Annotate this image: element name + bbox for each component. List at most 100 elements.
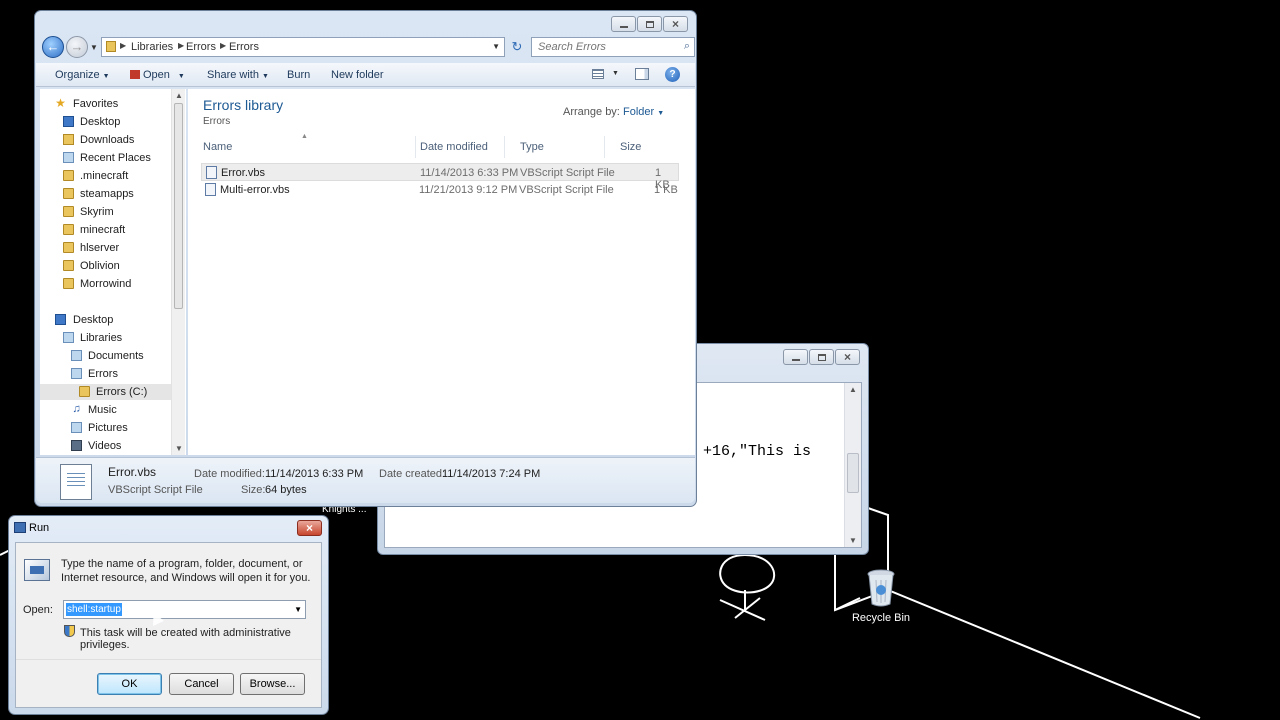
- library-icon: [71, 368, 82, 379]
- run-title: Run: [29, 522, 50, 534]
- open-app-icon: [130, 70, 140, 79]
- search-input[interactable]: [536, 40, 676, 54]
- close-button[interactable]: ×: [297, 520, 322, 536]
- desktop-icon: [55, 314, 66, 325]
- address-row: ← → ▼ ▶ Libraries ▶ Errors ▶ Errors ▼ ↻ …: [39, 35, 695, 59]
- help-icon[interactable]: ?: [665, 67, 680, 82]
- recent-pages-dropdown[interactable]: ▼: [90, 43, 98, 52]
- navigation-pane[interactable]: ★ Favorites Desktop Downloads Recent Plac…: [40, 89, 186, 455]
- chevron-right-icon[interactable]: ▶: [178, 41, 184, 50]
- notepad-scrollbar[interactable]: ▲ ▼: [844, 383, 861, 547]
- address-bar[interactable]: ▶ Libraries ▶ Errors ▶ Errors ▼: [101, 37, 505, 57]
- column-header-name[interactable]: Name: [188, 136, 416, 158]
- nav-label: .minecraft: [80, 170, 129, 182]
- maximize-button[interactable]: [809, 349, 834, 365]
- preview-pane-icon[interactable]: [635, 68, 649, 80]
- scroll-down-icon[interactable]: ▼: [849, 536, 857, 545]
- file-row[interactable]: Error.vbs 11/14/2013 6:33 PM VBScript Sc…: [201, 163, 679, 191]
- column-header-type[interactable]: Type: [505, 136, 605, 158]
- folder-icon: [63, 260, 74, 271]
- scroll-thumb[interactable]: [847, 453, 859, 493]
- column-header-size[interactable]: Size: [605, 136, 681, 158]
- details-date-created-label: Date created:: [379, 468, 446, 480]
- chevron-down-icon[interactable]: ▼: [612, 70, 619, 77]
- open-input-value[interactable]: shell:startup: [66, 603, 122, 616]
- scroll-up-icon[interactable]: ▲: [849, 385, 857, 394]
- details-pane: Error.vbs VBScript Script File Date modi…: [36, 457, 695, 503]
- organize-button[interactable]: Organize ▼: [55, 69, 110, 81]
- nav-label: hlserver: [80, 242, 120, 254]
- arrange-by-dropdown[interactable]: Folder ▼: [623, 106, 664, 118]
- command-bar: Organize ▼ Open ▼ Share with ▼ Burn New fol…: [36, 63, 695, 87]
- explorer-window[interactable]: × ← → ▼ ▶ Libraries ▶ Errors ▶ Errors ▼ …: [34, 10, 697, 507]
- details-file-name: Error.vbs: [108, 465, 157, 479]
- file-type: VBScript Script File: [519, 184, 614, 196]
- file-list-pane[interactable]: Errors library Errors Arrange by: Folder…: [188, 89, 695, 455]
- back-arrow-icon: ←: [46, 39, 60, 54]
- recycle-bin[interactable]: Recycle Bin: [850, 568, 912, 624]
- chevron-right-icon[interactable]: ▶: [220, 41, 226, 50]
- nav-label: Skyrim: [80, 206, 114, 218]
- folder-icon: [63, 170, 74, 181]
- browse-button[interactable]: Browse...: [240, 673, 305, 695]
- column-header-date[interactable]: Date modified: [405, 136, 505, 158]
- close-icon: ×: [305, 521, 313, 535]
- cancel-button[interactable]: Cancel: [169, 673, 234, 695]
- share-with-button[interactable]: Share with ▼: [207, 69, 269, 81]
- breadcrumb-errors-current[interactable]: Errors: [229, 41, 259, 53]
- admin-privileges-note: This task will be created with administr…: [80, 627, 291, 651]
- music-icon: ♫: [72, 403, 81, 415]
- minimize-button[interactable]: [611, 16, 636, 32]
- folder-icon: [63, 188, 74, 199]
- chevron-down-icon[interactable]: ▼: [294, 605, 302, 614]
- minimize-icon: [792, 359, 800, 361]
- ok-button[interactable]: OK: [97, 673, 162, 695]
- breadcrumb-errors[interactable]: Errors: [186, 41, 216, 53]
- minimize-icon: [620, 26, 628, 28]
- notepad-text: +16,"This is: [703, 443, 812, 460]
- explorer-caption-buttons: ×: [611, 16, 688, 32]
- nav-label: Videos: [88, 440, 122, 452]
- library-subtitle[interactable]: Errors: [203, 116, 230, 127]
- nav-label: Recent Places: [80, 152, 151, 164]
- burn-button[interactable]: Burn: [287, 69, 310, 81]
- file-date: 11/21/2013 9:12 PM: [419, 184, 518, 196]
- run-program-icon: [24, 559, 50, 581]
- scroll-down-icon[interactable]: ▼: [175, 444, 183, 453]
- close-button[interactable]: ×: [663, 16, 688, 32]
- downloads-icon: [63, 134, 74, 145]
- maximize-button[interactable]: [637, 16, 662, 32]
- back-button[interactable]: ←: [42, 36, 64, 58]
- run-icon: [14, 522, 26, 533]
- recycle-bin-icon: [867, 569, 895, 607]
- view-icon[interactable]: [592, 69, 604, 79]
- vbscript-file-large-icon: [60, 464, 92, 500]
- minimize-button[interactable]: [783, 349, 808, 365]
- nav-label: minecraft: [80, 224, 126, 236]
- navigation-scrollbar[interactable]: ▲ ▼: [171, 89, 185, 455]
- open-combobox[interactable]: shell:startup ▼: [63, 600, 306, 619]
- refresh-icon[interactable]: ↻: [509, 39, 525, 55]
- search-icon[interactable]: ⌕: [684, 40, 690, 53]
- organize-label: Organize: [55, 69, 100, 81]
- open-label: Open: [143, 69, 170, 81]
- folder-icon: [63, 242, 74, 253]
- close-button[interactable]: ×: [835, 349, 860, 365]
- scroll-up-icon[interactable]: ▲: [175, 91, 183, 100]
- nav-errors-c[interactable]: Errors (C:): [40, 384, 172, 400]
- scroll-thumb[interactable]: [174, 103, 183, 309]
- nav-label: Oblivion: [80, 260, 120, 272]
- file-row[interactable]: Multi-error.vbs 11/21/2013 9:12 PM VBScr…: [201, 181, 679, 199]
- address-dropdown-icon[interactable]: ▼: [492, 42, 500, 51]
- open-button[interactable]: Open ▼: [130, 69, 185, 81]
- breadcrumb-libraries[interactable]: Libraries: [131, 41, 173, 53]
- chevron-right-icon[interactable]: ▶: [120, 41, 126, 50]
- close-icon: ×: [843, 350, 851, 364]
- search-box[interactable]: ⌕: [531, 37, 695, 57]
- new-folder-button[interactable]: New folder: [331, 69, 384, 81]
- details-date-modified-label: Date modified:: [194, 468, 265, 480]
- nav-label: Favorites: [73, 98, 119, 110]
- forward-button[interactable]: →: [66, 36, 88, 58]
- nav-label: Errors: [88, 368, 118, 380]
- run-dialog[interactable]: Run × Type the name of a program, folder…: [8, 515, 329, 715]
